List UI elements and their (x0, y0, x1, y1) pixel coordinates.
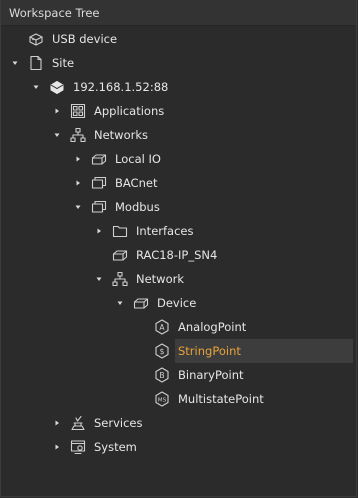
expand-arrow-right-icon[interactable] (51, 411, 63, 435)
tree-node-applications[interactable]: Applications (1, 99, 353, 123)
network-icon (111, 270, 129, 288)
document-icon (27, 54, 45, 72)
tree-node-label: Network (136, 272, 185, 286)
tree-node-label: Local IO (115, 152, 161, 166)
expand-arrow-right-icon[interactable] (72, 147, 84, 171)
system-icon (69, 438, 87, 456)
binary-point-icon: B (153, 366, 171, 384)
svg-text:MS: MS (158, 398, 167, 404)
protocol-icon (90, 174, 108, 192)
protocol-icon (90, 198, 108, 216)
expand-arrow-right-icon[interactable] (51, 99, 63, 123)
expand-arrow-right-icon[interactable] (51, 435, 63, 459)
tree-node-interfaces[interactable]: Interfaces (1, 219, 353, 243)
tree-node-label: 192.168.1.52:88 (73, 80, 169, 94)
tree-node-site[interactable]: Site (1, 51, 353, 75)
svg-text:A: A (159, 323, 165, 332)
tree-node-rac18-ip-sn4[interactable]: RAC18-IP_SN4 (1, 243, 353, 267)
device-icon (111, 246, 129, 264)
tree-node-analogpoint[interactable]: A AnalogPoint (1, 315, 353, 339)
tree-node-label: BACnet (115, 176, 158, 190)
server-icon (48, 78, 66, 96)
tree-node-networks[interactable]: Networks (1, 123, 353, 147)
tree-node-label: Interfaces (136, 224, 194, 238)
applications-icon (69, 102, 87, 120)
analog-point-icon: A (153, 318, 171, 336)
tree-node-label: Site (52, 56, 75, 70)
tree-node-modbus[interactable]: Modbus (1, 195, 353, 219)
svg-text:B: B (159, 371, 164, 380)
tree-node-label: USB device (52, 32, 118, 46)
tree-node-label: AnalogPoint (178, 320, 247, 334)
tree-node-stringpoint[interactable]: $ StringPoint (155, 339, 353, 363)
tree-node-label: BinaryPoint (178, 368, 244, 382)
tree-node-label: Applications (94, 104, 165, 118)
tree-node-label: Services (94, 416, 143, 430)
tree-node-system[interactable]: System (1, 435, 353, 459)
workspace-tree-panel: Workspace Tree USB device Site 192.168.1.5… (0, 0, 357, 497)
panel-title: Workspace Tree (1, 0, 356, 26)
expand-arrow-down-icon[interactable] (51, 123, 63, 147)
tree-node-usb-device[interactable]: USB device (1, 27, 353, 51)
folder-icon (111, 222, 129, 240)
tree-node-multistatepoint[interactable]: MS MultistatePoint (1, 387, 353, 411)
tree-node-label: StringPoint (178, 344, 241, 358)
tree-node-192-168-1-52-88[interactable]: 192.168.1.52:88 (1, 75, 353, 99)
tree-node-device[interactable]: Device (1, 291, 353, 315)
tree-node-label: Networks (94, 128, 149, 142)
tree-node-label: MultistatePoint (178, 392, 264, 406)
expand-arrow-right-icon[interactable] (72, 171, 84, 195)
expand-arrow-down-icon[interactable] (114, 291, 126, 315)
tree-node-label: Device (157, 296, 197, 310)
expand-arrow-down-icon[interactable] (9, 51, 21, 75)
tree-node-label: System (94, 440, 137, 454)
tree-node-label: Modbus (115, 200, 160, 214)
tree-node-label: RAC18-IP_SN4 (136, 248, 218, 262)
tree-node-local-io[interactable]: Local IO (1, 147, 353, 171)
network-icon (69, 126, 87, 144)
tree-node-network[interactable]: Network (1, 267, 353, 291)
tree-node-binarypoint[interactable]: B BinaryPoint (1, 363, 353, 387)
expand-arrow-down-icon[interactable] (93, 267, 105, 291)
tree-node-services[interactable]: Services (1, 411, 353, 435)
expand-arrow-right-icon[interactable] (93, 219, 105, 243)
svg-text:$: $ (160, 347, 165, 356)
expand-arrow-down-icon[interactable] (72, 195, 84, 219)
multistate-point-icon: MS (153, 390, 171, 408)
device-icon (132, 294, 150, 312)
expand-arrow-down-icon[interactable] (30, 75, 42, 99)
string-point-icon: $ (153, 342, 171, 360)
usb-device-icon (27, 30, 45, 48)
services-icon (69, 414, 87, 432)
tree-node-bacnet[interactable]: BACnet (1, 171, 353, 195)
device-icon (90, 150, 108, 168)
